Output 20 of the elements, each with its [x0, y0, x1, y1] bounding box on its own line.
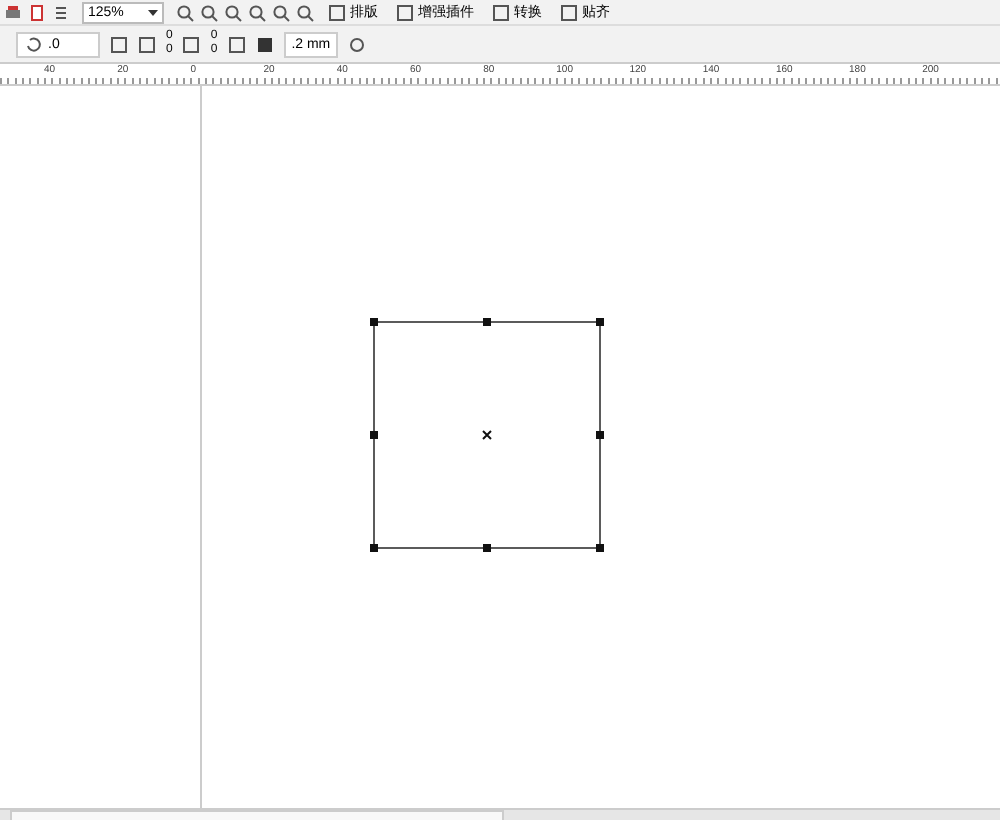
- panel-icon[interactable]: [327, 3, 346, 21]
- caret-icon[interactable]: [147, 5, 158, 19]
- scroll-thumb[interactable]: [10, 810, 504, 820]
- zoom-icon[interactable]: [223, 3, 242, 21]
- zoom-icon[interactable]: [199, 3, 218, 21]
- scrollbar[interactable]: [0, 808, 1000, 820]
- outline-icon[interactable]: [255, 35, 274, 53]
- panel-icon[interactable]: [491, 3, 510, 21]
- target-icon[interactable]: [348, 35, 367, 53]
- zoom-icon[interactable]: [247, 3, 266, 21]
- center-mark: [482, 430, 492, 440]
- panel-icon[interactable]: [559, 3, 578, 21]
- list-icon[interactable]: [52, 3, 70, 21]
- zoom-icon[interactable]: [175, 3, 194, 21]
- document-icon[interactable]: [28, 3, 46, 21]
- printer-icon[interactable]: [4, 3, 22, 21]
- zoom-icon[interactable]: [271, 3, 290, 21]
- panel-icon[interactable]: [395, 3, 414, 21]
- zoom-icon[interactable]: [295, 3, 314, 21]
- rotate-icon[interactable]: [24, 35, 42, 53]
